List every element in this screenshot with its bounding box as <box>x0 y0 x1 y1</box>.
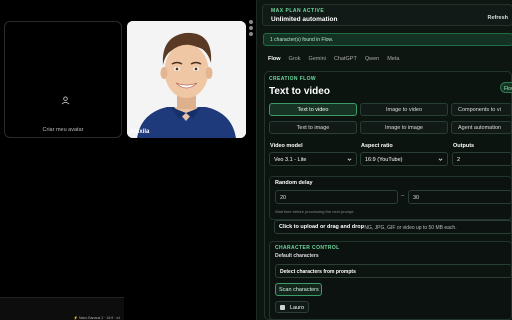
outputs-select[interactable]: 2 <box>452 152 512 166</box>
plan-tag: MAX PLAN ACTIVE <box>271 8 325 14</box>
mode-text-to-image[interactable]: Text to image <box>269 121 357 134</box>
mode-components-to-video[interactable]: Components to vi <box>451 103 512 116</box>
upload-dropzone[interactable]: Click to upload or drag and drop PNG, JP… <box>274 220 512 234</box>
mode-image-to-video[interactable]: Image to video <box>360 103 448 116</box>
detect-characters-toggle[interactable]: Detect characters from prompts <box>275 264 512 278</box>
delay-max-input[interactable]: 30 <box>408 190 512 204</box>
delay-hint: Wait time before processing the next pro… <box>275 209 355 214</box>
refresh-button[interactable]: Refresh <box>488 15 508 21</box>
status-banner: 1 character(s) found in Flow. <box>263 33 512 46</box>
plan-title: Unlimited automation <box>271 16 338 23</box>
aspect-ratio-select[interactable]: 16:9 (YouTube) <box>360 152 448 166</box>
character-chip-label: Lauro <box>290 305 305 311</box>
generation-meta: ⚡ Nano Banana 2 · 16:9 · x4 <box>73 316 120 320</box>
tab-grok[interactable]: Grok <box>289 56 301 62</box>
provider-tabs: Flow Grok Gemini ChatGPT Qwen Meta <box>268 56 407 62</box>
tab-flow[interactable]: Flow <box>268 56 281 62</box>
video-model-label: Video model <box>270 143 303 149</box>
scan-characters-button[interactable]: Scan characters <box>275 283 322 296</box>
mode-agent-automation[interactable]: Agent automation <box>451 121 512 134</box>
aspect-ratio-label: Aspect ratio <box>361 143 393 149</box>
mode-text-to-video[interactable]: Text to video <box>269 103 357 116</box>
creation-flow-title: Text to video <box>269 86 330 97</box>
creation-flow-tag: CREATION FLOW <box>269 76 317 82</box>
aspect-ratio-value: 16:9 (YouTube) <box>365 157 403 163</box>
status-text: 1 character(s) found in Flow. <box>270 37 334 43</box>
generation-item[interactable]: ⚡ Nano Banana 2 · 16:9 · x4 <box>0 297 124 320</box>
chevron-down-icon <box>347 158 352 161</box>
flow-badge[interactable]: Flow <box>500 82 512 93</box>
chevron-down-icon <box>438 158 443 161</box>
create-avatar-label: Criar meu avatar <box>42 127 84 133</box>
delay-min-input[interactable]: 20 <box>275 190 398 204</box>
upload-hint: PNG, JPG, GIF or video up to 50 MB each. <box>361 225 457 231</box>
character-card[interactable]: Xinxila <box>127 21 246 138</box>
tab-meta[interactable]: Meta <box>387 56 399 62</box>
video-model-select[interactable]: Veo 3.1 - Lite <box>269 152 357 166</box>
mode-image-to-image[interactable]: Image to image <box>360 121 448 134</box>
upload-cta[interactable]: Click to upload or drag and drop <box>279 224 364 230</box>
delay-separator: – <box>401 193 405 199</box>
create-avatar-card[interactable]: Criar meu avatar <box>4 21 122 138</box>
character-control-tag: CHARACTER CONTROL <box>275 245 340 251</box>
person-add-icon <box>61 96 70 105</box>
default-characters-label: Default characters <box>275 253 319 259</box>
character-name: Xinxila <box>130 129 150 135</box>
outputs-label: Outputs <box>453 143 475 149</box>
gallery-area: Criar meu avatar Xinxila ⚡ Nano Banana 2… <box>0 0 255 320</box>
outputs-value: 2 <box>457 157 461 163</box>
more-options-icon[interactable] <box>249 20 253 24</box>
tab-chatgpt[interactable]: ChatGPT <box>334 56 357 62</box>
tab-gemini[interactable]: Gemini <box>308 56 325 62</box>
plan-banner: MAX PLAN ACTIVE Unlimited automation Ref… <box>262 4 512 26</box>
character-chip[interactable]: Lauro <box>275 301 309 313</box>
random-delay-label: Random delay <box>275 180 313 186</box>
checkbox-icon <box>280 305 285 310</box>
character-portrait <box>127 21 246 138</box>
video-model-value: Veo 3.1 - Lite <box>274 157 307 163</box>
tab-qwen[interactable]: Qwen <box>365 56 379 62</box>
